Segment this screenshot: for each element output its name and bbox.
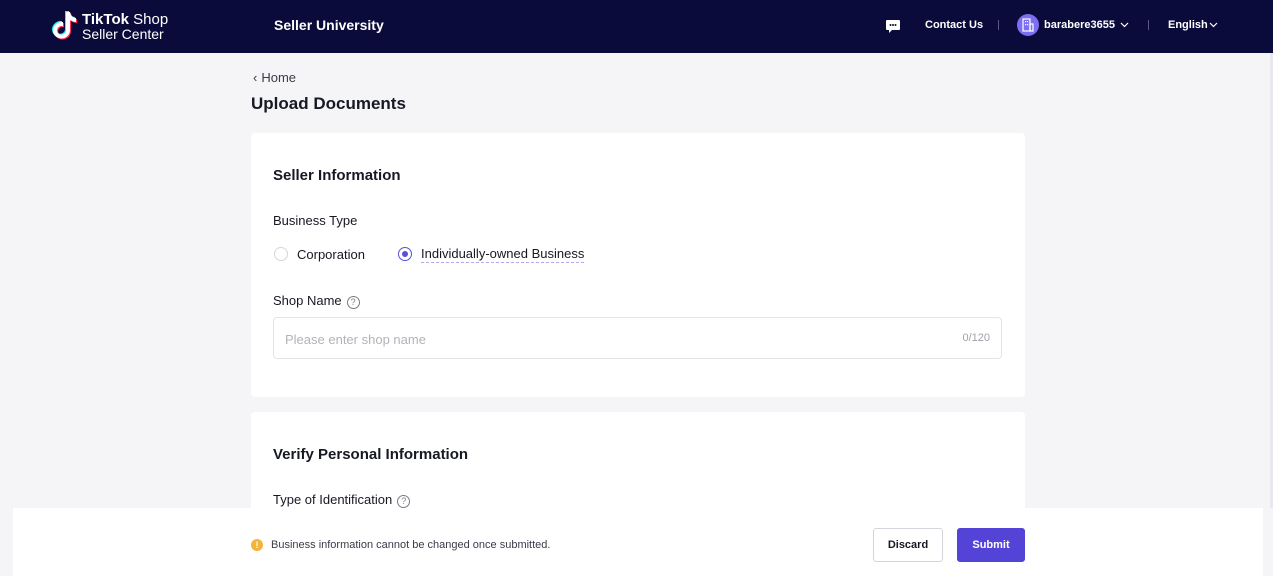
seller-information-card: Seller Information Business Type Corpora… — [251, 133, 1025, 397]
nav-seller-university[interactable]: Seller University — [274, 17, 384, 33]
breadcrumb[interactable]: ‹ Home — [253, 70, 296, 85]
radio-button-selected[interactable] — [398, 247, 412, 261]
radio-label[interactable]: Corporation — [297, 247, 365, 262]
tiktok-logo-icon — [52, 11, 77, 40]
shop-name-input[interactable] — [285, 329, 925, 349]
chevron-left-icon: ‹ — [253, 70, 258, 85]
chat-icon[interactable] — [885, 18, 901, 34]
radio-button[interactable] — [274, 247, 288, 261]
radio-individually-owned-business[interactable]: Individually-owned Business — [398, 245, 585, 263]
tiktok-shop-logo[interactable]: TikTok Shop Seller Center — [52, 10, 182, 42]
help-icon[interactable]: ? — [397, 495, 411, 508]
chevron-down-icon[interactable] — [1209, 22, 1218, 28]
divider — [998, 20, 999, 30]
character-counter: 0/120 — [962, 332, 990, 344]
radio-label[interactable]: Individually-owned Business — [421, 246, 585, 263]
top-nav-bar: TikTok Shop Seller Center Seller Univers… — [0, 0, 1273, 53]
help-icon[interactable]: ? — [346, 296, 360, 309]
bottom-action-bar: ! Business information cannot be changed… — [13, 508, 1263, 576]
shop-name-field[interactable]: 0/120 — [273, 317, 1002, 359]
business-type-label: Business Type — [273, 213, 358, 228]
id-type-label: Type of Identification? — [273, 492, 411, 508]
page-title: Upload Documents — [251, 94, 406, 113]
breadcrumb-home[interactable]: Home — [261, 70, 296, 85]
section-title: Seller Information — [273, 167, 401, 184]
language-selector[interactable]: English — [1168, 19, 1208, 31]
logo-text-line2: Seller Center — [82, 26, 164, 42]
warning-icon: ! — [251, 539, 263, 551]
submit-button[interactable]: Submit — [957, 528, 1025, 562]
username[interactable]: barabere3655 — [1044, 19, 1115, 31]
contact-us-link[interactable]: Contact Us — [925, 19, 983, 31]
shop-name-label: Shop Name? — [273, 293, 360, 309]
avatar-building-icon — [1022, 18, 1034, 32]
radio-corporation[interactable]: Corporation — [274, 245, 365, 263]
chevron-down-icon[interactable] — [1120, 22, 1129, 28]
warning-message: Business information cannot be changed o… — [271, 539, 551, 551]
divider — [1148, 20, 1149, 30]
avatar[interactable] — [1017, 14, 1039, 36]
verify-personal-information-card: Verify Personal Information Type of Iden… — [251, 412, 1025, 522]
discard-button[interactable]: Discard — [873, 528, 943, 562]
section-title: Verify Personal Information — [273, 446, 469, 463]
